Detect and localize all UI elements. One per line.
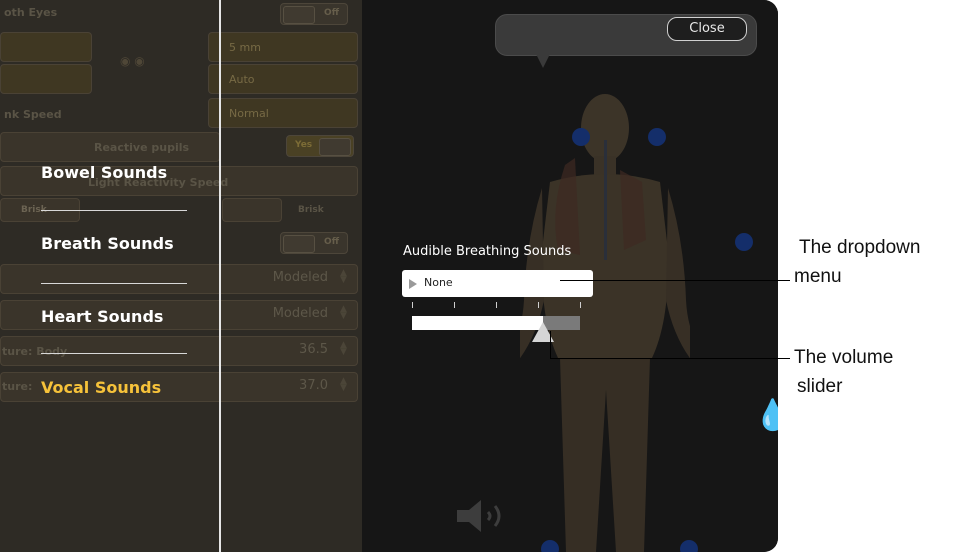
blink-speed-field[interactable]: Normal <box>208 98 358 128</box>
reactive-pupils-toggle[interactable]: Yes <box>286 135 354 157</box>
blink-speed-label: nk Speed <box>4 108 62 121</box>
volume-ticks <box>412 302 582 310</box>
auscultation-point[interactable] <box>735 233 753 251</box>
water-drop-icon[interactable]: 💧 <box>754 398 778 433</box>
speaker-icon[interactable] <box>455 498 513 534</box>
slider-callout-text-1: The volume <box>794 347 894 368</box>
breathing-sound-dropdown[interactable]: None <box>402 270 593 297</box>
dropdown-callout-text-2: menu <box>794 266 842 287</box>
pupil-size-field[interactable]: 5 mm <box>208 32 358 62</box>
speech-bubble-tail <box>535 52 551 68</box>
app-window: oth Eyes Off ◉ ◉ 5 mm Auto nk Speed Norm… <box>0 0 778 552</box>
close-button[interactable]: Close <box>667 17 747 41</box>
menu-item-vocal-sounds[interactable]: Vocal Sounds <box>41 378 161 397</box>
auscultation-point[interactable] <box>541 540 559 552</box>
volume-tick <box>538 302 539 308</box>
toggle-knob <box>283 6 315 24</box>
pupil-mode-field[interactable]: Auto <box>208 64 358 94</box>
temp-core-value: 37.0 <box>299 378 328 393</box>
menu-separator <box>41 353 187 354</box>
volume-tick <box>454 302 455 308</box>
pupil-mode-value: Auto <box>229 73 255 86</box>
volume-tick <box>412 302 413 308</box>
settings-panel: oth Eyes Off ◉ ◉ 5 mm Auto nk Speed Norm… <box>0 0 362 552</box>
toggle-knob <box>283 235 315 253</box>
modeled-value-1: Modeled <box>272 270 328 285</box>
volume-slider-fill <box>412 316 544 330</box>
menu-item-bowel-sounds[interactable]: Bowel Sounds <box>41 163 167 182</box>
auscultation-point[interactable] <box>572 128 590 146</box>
eye-icon: ◉ ◉ <box>120 54 145 68</box>
stepper-icon[interactable]: ▲ ▼ <box>340 269 347 285</box>
volume-tick <box>496 302 497 308</box>
modeled-value-2: Modeled <box>272 306 328 321</box>
menu-item-breath-sounds[interactable]: Breath Sounds <box>41 234 174 253</box>
menu-item-heart-sounds[interactable]: Heart Sounds <box>41 307 163 326</box>
breath-toggle[interactable]: Off <box>280 232 348 254</box>
blink-speed-value: Normal <box>229 107 269 120</box>
volume-tick <box>580 302 581 308</box>
temp-core-label: ture: <box>2 380 33 393</box>
pupil-left-field[interactable] <box>0 32 92 62</box>
toggle-text: Off <box>324 237 339 247</box>
toggle-text: Yes <box>295 140 313 150</box>
pupil-size-value: 5 mm <box>229 41 261 54</box>
temp-body-value: 36.5 <box>299 342 328 357</box>
menu-separator <box>41 210 187 211</box>
dropdown-selected-value: None <box>424 276 453 289</box>
pupil-left-field-2[interactable] <box>0 64 92 94</box>
audible-breathing-sounds-label: Audible Breathing Sounds <box>403 244 572 259</box>
menu-divider <box>219 0 221 552</box>
slider-callout-text-2: slider <box>797 376 843 397</box>
stepper-icon[interactable]: ▲ ▼ <box>340 305 347 321</box>
brisk-right-label: Brisk <box>298 205 324 215</box>
menu-separator <box>41 283 187 284</box>
volume-slider-track[interactable] <box>412 316 580 330</box>
temp-body-label: ture: Body <box>2 345 68 358</box>
dropdown-callout-line <box>560 280 790 281</box>
stepper-icon[interactable]: ▲ ▼ <box>340 341 347 357</box>
slider-callout-vertical <box>550 331 551 359</box>
auscultation-point[interactable] <box>680 540 698 552</box>
toggle-text: Off <box>324 8 339 18</box>
auscultation-point[interactable] <box>648 128 666 146</box>
reactive-pupils-label: Reactive pupils <box>94 141 190 154</box>
brisk-slider-field[interactable] <box>222 198 282 222</box>
triangle-right-icon <box>409 279 417 289</box>
both-eyes-toggle[interactable]: Off <box>280 3 348 25</box>
slider-callout-line <box>550 358 790 359</box>
dropdown-callout-text-1: The dropdown <box>799 237 921 258</box>
stepper-icon[interactable]: ▲ ▼ <box>340 377 347 393</box>
toggle-knob <box>319 138 351 156</box>
both-eyes-label: oth Eyes <box>4 6 58 19</box>
